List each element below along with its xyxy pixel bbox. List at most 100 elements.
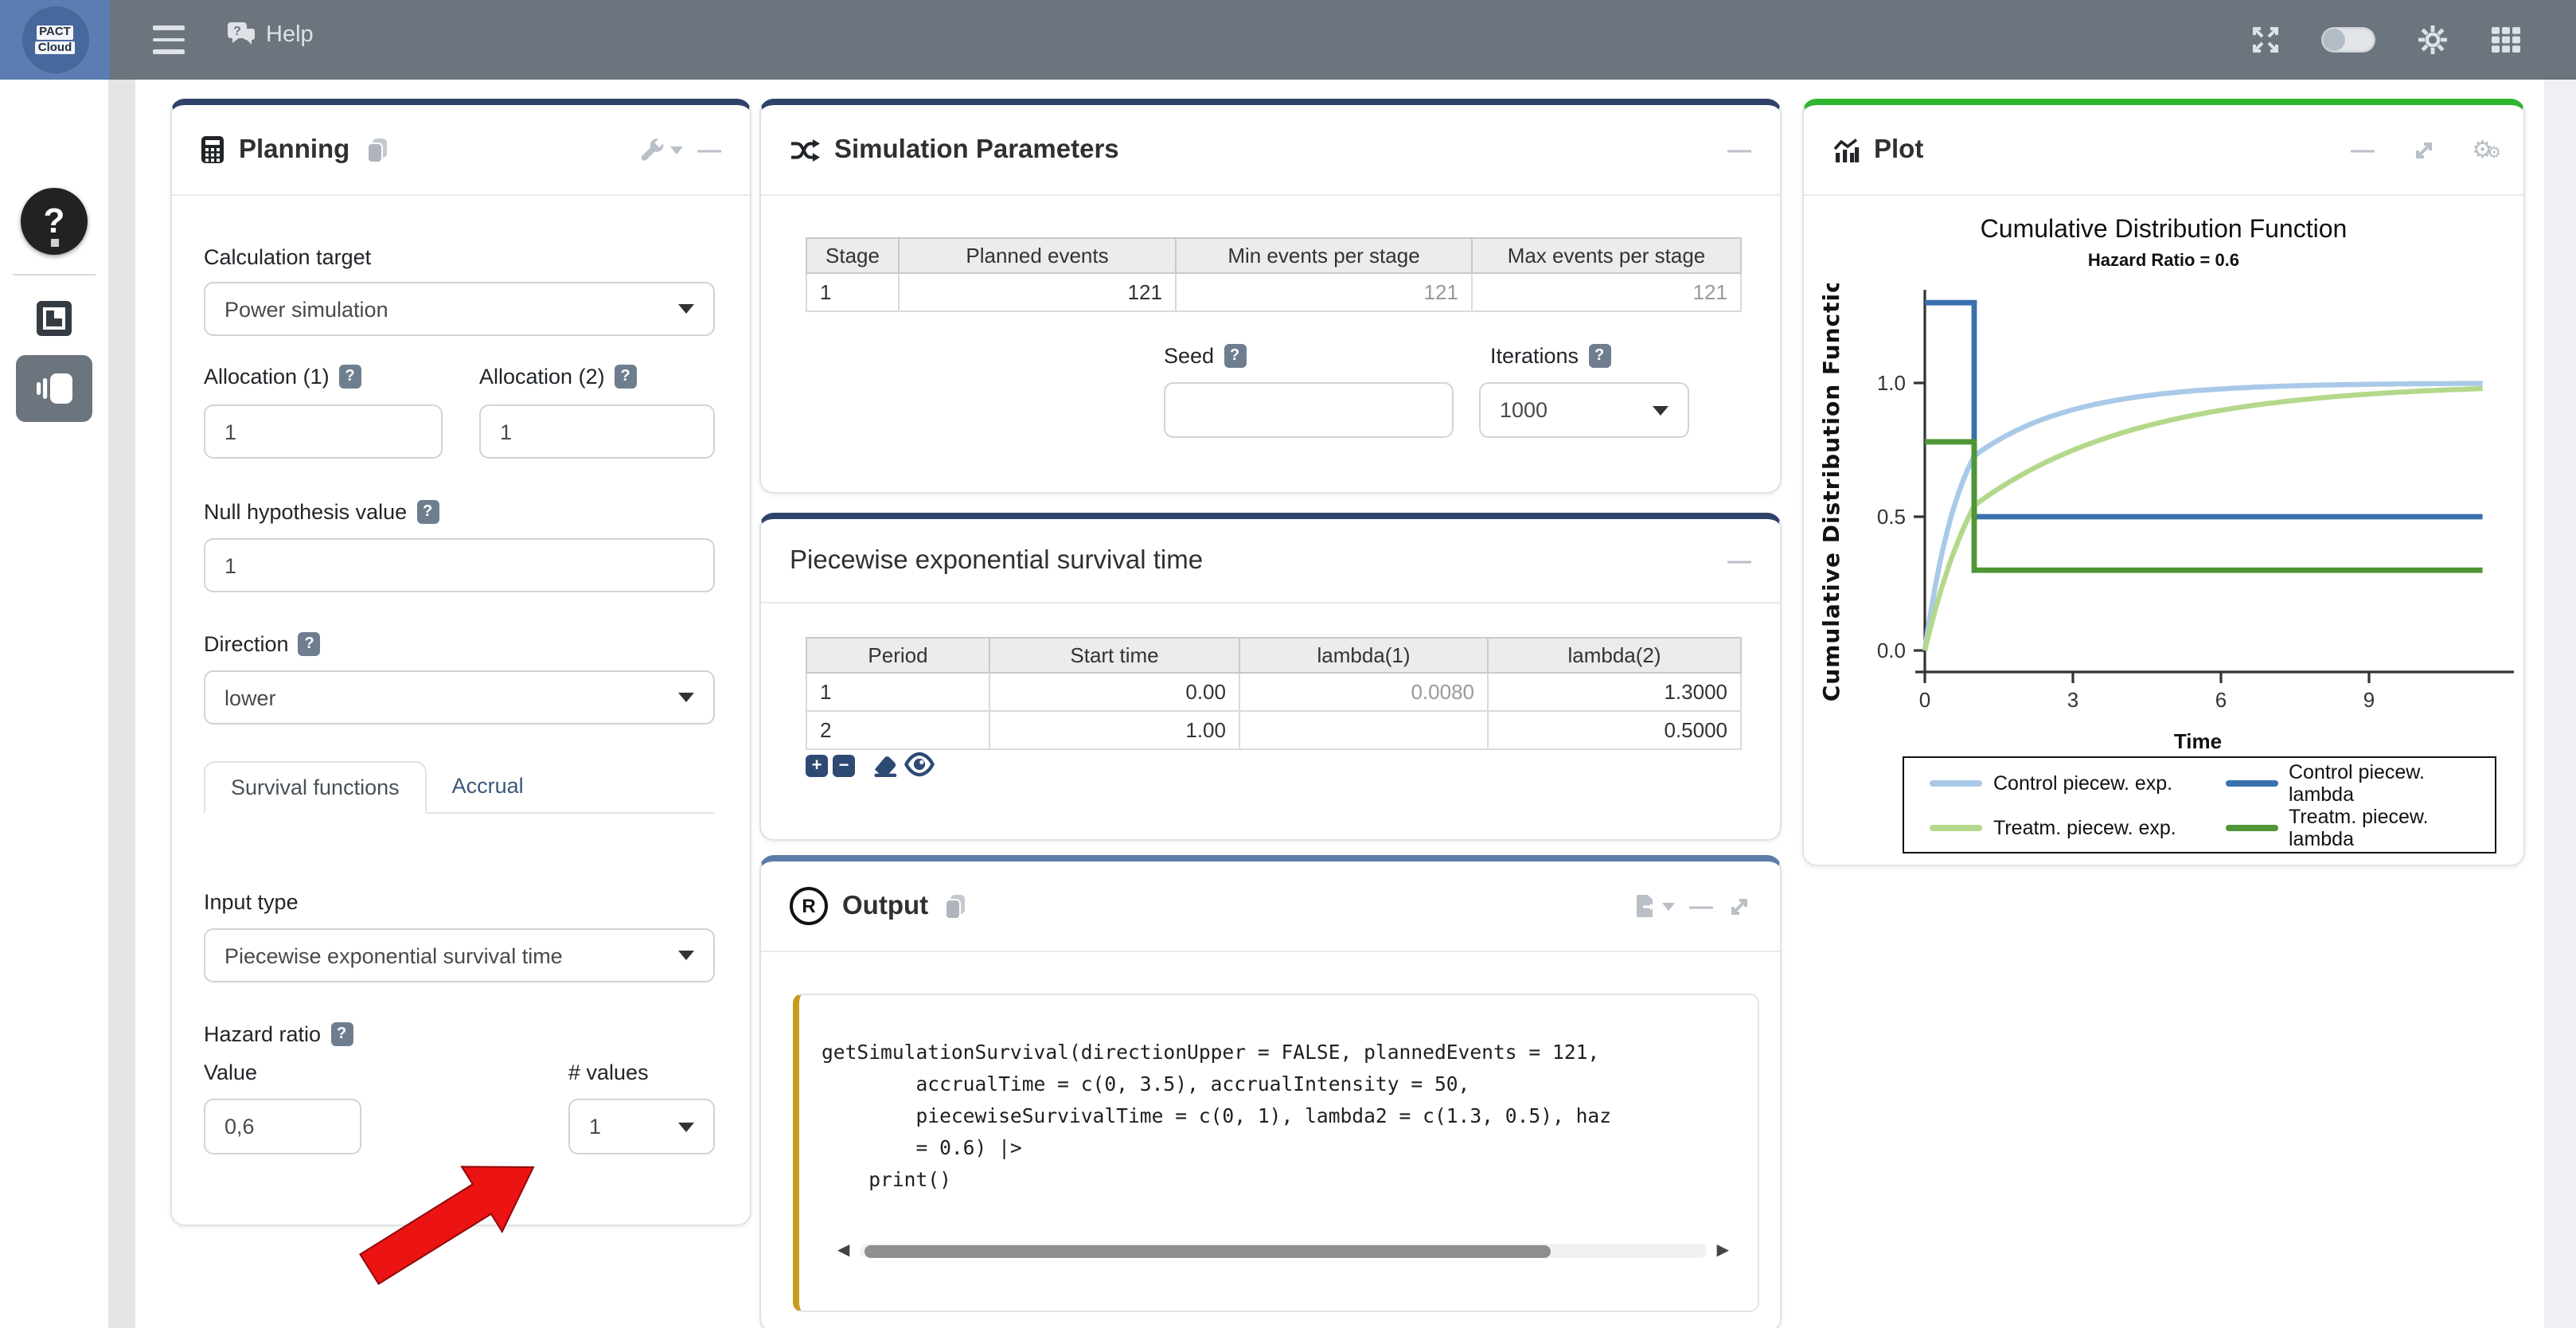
plot-settings-gears-icon[interactable]: ⚙⚙: [2472, 135, 2495, 164]
simulation-collapse-button[interactable]: —: [1727, 136, 1751, 163]
page-gutter-left: [108, 80, 135, 1328]
table-cell[interactable]: 0.00: [989, 673, 1239, 711]
svg-text:0.5: 0.5: [1877, 505, 1906, 529]
plot-header: Plot — ⚙⚙: [1804, 105, 2523, 196]
direction-help-icon[interactable]: ?: [299, 632, 321, 656]
dark-mode-toggle[interactable]: [2321, 27, 2375, 53]
output-collapse-button[interactable]: —: [1689, 892, 1713, 920]
allocation1-help-icon[interactable]: ?: [339, 365, 361, 389]
input-type-label: Input type: [204, 890, 299, 914]
logo-text-cloud: Cloud: [35, 41, 76, 54]
null-hypothesis-input[interactable]: 1: [204, 538, 715, 592]
copy-icon[interactable]: [364, 136, 389, 163]
code-text[interactable]: getSimulationSurvival(directionUpper = F…: [799, 995, 1758, 1196]
output-title: Output: [842, 891, 928, 921]
table-cell[interactable]: 0.5000: [1488, 711, 1741, 749]
allocation2-help-icon[interactable]: ?: [615, 365, 637, 389]
allocation1-label: Allocation (1)?: [204, 365, 361, 389]
chart-icon: [1832, 138, 1860, 162]
eraser-icon[interactable]: [872, 752, 900, 779]
calculation-target-select[interactable]: Power simulation: [204, 282, 715, 336]
legend-label: Control piecew. lambda: [2289, 761, 2495, 806]
scroll-left-icon[interactable]: ◀: [837, 1242, 849, 1260]
table-row: 21.00 0.5000: [806, 711, 1741, 749]
add-row-button[interactable]: +: [806, 755, 828, 777]
table-cell[interactable]: 121: [1176, 273, 1472, 311]
show-hide-eye-icon[interactable]: [904, 752, 935, 777]
table-cell[interactable]: [1239, 711, 1488, 749]
scrollbar-thumb[interactable]: [864, 1244, 1551, 1257]
user-avatar[interactable]: ?: [21, 188, 88, 255]
legend-line-sample: [2225, 825, 2277, 830]
chart-subtitle: Hazard Ratio = 0.6: [1804, 252, 2523, 271]
scrollbar-track[interactable]: [859, 1244, 1707, 1258]
piecewise-collapse-button[interactable]: —: [1727, 547, 1751, 574]
iterations-select[interactable]: 1000: [1479, 382, 1689, 438]
table-cell[interactable]: 1: [806, 273, 899, 311]
table-cell[interactable]: 0.0080: [1239, 673, 1488, 711]
direction-select[interactable]: lower: [204, 670, 715, 725]
tab-accrual[interactable]: Accrual: [427, 761, 549, 812]
copy-icon[interactable]: [943, 892, 968, 920]
hazard-ratio-label: Hazard ratio?: [204, 1022, 353, 1046]
expand-icon[interactable]: [1727, 894, 1751, 918]
table-cell[interactable]: 2: [806, 711, 989, 749]
output-card: R Output — getSimulationS: [759, 855, 1782, 1328]
table-cell[interactable]: 1.00: [989, 711, 1239, 749]
null-hypothesis-help-icon[interactable]: ?: [416, 500, 439, 524]
sidebar-item-panels-active[interactable]: [16, 355, 92, 422]
brightness-sun-icon[interactable]: [2417, 24, 2449, 56]
svg-text:?: ?: [233, 25, 241, 38]
iterations-help-icon[interactable]: ?: [1588, 344, 1610, 368]
plot-collapse-button[interactable]: —: [2351, 136, 2375, 163]
settings-wrench-dropdown[interactable]: [640, 137, 683, 162]
export-dropdown[interactable]: [1633, 893, 1675, 919]
chevron-down-icon: [678, 304, 694, 314]
legend-line-sample: [1930, 825, 1982, 830]
piecewise-table: PeriodStart timelambda(1)lambda(2)10.000…: [806, 637, 1742, 750]
table-header: Max events per stage: [1472, 238, 1741, 273]
table-cell[interactable]: 1: [806, 673, 989, 711]
tab-survival-functions[interactable]: Survival functions: [204, 761, 427, 814]
svg-text:1.0: 1.0: [1877, 371, 1906, 395]
hazard-ratio-help-icon[interactable]: ?: [330, 1022, 353, 1046]
value-label: Value: [204, 1060, 257, 1084]
legend-item: Control piecew. exp.: [1904, 772, 2199, 795]
allocation1-input[interactable]: 1: [204, 404, 443, 459]
table-header: lambda(2): [1488, 638, 1741, 673]
piecewise-card: Piecewise exponential survival time — Pe…: [759, 513, 1782, 841]
help-chat-icon: ?: [226, 21, 256, 48]
table-cell[interactable]: 1.3000: [1488, 673, 1741, 711]
chevron-down-icon: [678, 693, 694, 702]
planning-card: Planning — Calculation target Power simu…: [170, 99, 751, 1226]
planning-tabs: Survival functions Accrual: [204, 761, 715, 814]
table-cell[interactable]: 121: [899, 273, 1176, 311]
top-navbar: PACT Cloud ? Help: [0, 0, 2576, 80]
fullscreen-icon[interactable]: [2251, 25, 2280, 54]
panel-layout-icon: [33, 369, 75, 408]
legend-label: Treatm. piecew. lambda: [2289, 806, 2495, 850]
page-scrollbar-gutter[interactable]: [2544, 80, 2576, 1328]
seed-help-icon[interactable]: ?: [1224, 344, 1246, 368]
apps-grid-icon[interactable]: [2490, 25, 2522, 54]
code-horizontal-scrollbar[interactable]: ◀ ▶: [837, 1242, 1729, 1260]
expand-icon[interactable]: [2411, 138, 2435, 162]
app-logo[interactable]: PACT Cloud: [0, 0, 110, 80]
sidebar-item-flag[interactable]: [37, 301, 72, 336]
seed-input[interactable]: [1164, 382, 1454, 438]
rpact-cloud-logo-icon: PACT Cloud: [21, 6, 88, 73]
table-cell[interactable]: 121: [1472, 273, 1741, 311]
remove-row-button[interactable]: −: [833, 755, 855, 777]
help-button[interactable]: ? Help: [226, 21, 314, 48]
allocation2-input[interactable]: 1: [479, 404, 715, 459]
wrench-icon: [640, 137, 665, 162]
table-row: 10.000.00801.3000: [806, 673, 1741, 711]
chevron-down-icon: [1653, 405, 1669, 415]
hamburger-menu-icon[interactable]: [153, 25, 185, 54]
hazard-value-input[interactable]: 0,6: [204, 1099, 361, 1154]
num-values-select[interactable]: 1: [568, 1099, 715, 1154]
planning-header: Planning —: [172, 105, 750, 196]
scroll-right-icon[interactable]: ▶: [1717, 1242, 1729, 1260]
planning-collapse-button[interactable]: —: [697, 136, 721, 163]
input-type-select[interactable]: Piecewise exponential survival time: [204, 928, 715, 982]
